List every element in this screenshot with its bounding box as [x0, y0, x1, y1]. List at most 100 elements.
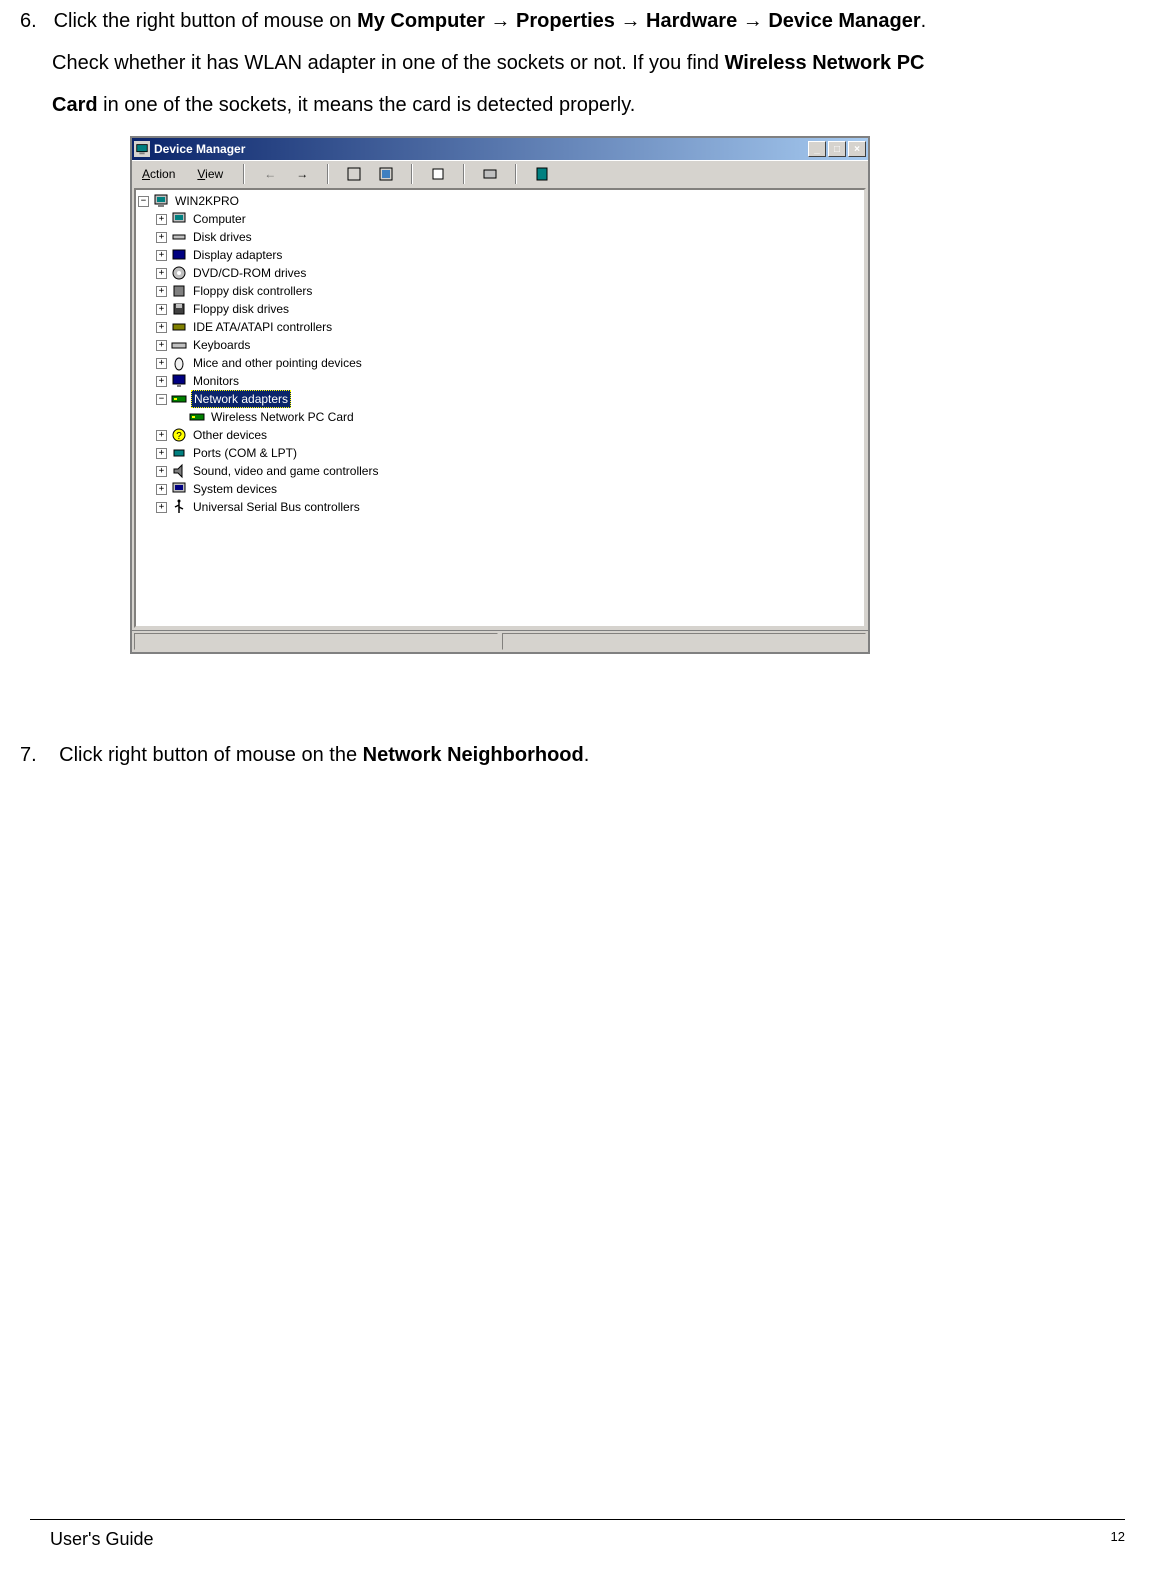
arrow-right-icon: →: [296, 167, 308, 181]
step-6-bold-wnpc: Wireless Network PC: [725, 52, 925, 74]
tree-item[interactable]: + Universal Serial Bus controllers: [138, 498, 862, 516]
menu-view[interactable]: View: [191, 165, 229, 183]
step-6-bold-card: Card: [52, 94, 98, 116]
network-adapter-icon: [171, 391, 187, 407]
expander-plus-icon[interactable]: +: [156, 322, 167, 333]
no-expander: [174, 412, 185, 423]
expander-plus-icon[interactable]: +: [156, 430, 167, 441]
tree-item[interactable]: + Floppy disk controllers: [138, 282, 862, 300]
toolbar-btn-5[interactable]: [531, 163, 553, 185]
statusbar: [132, 630, 868, 652]
forward-button[interactable]: →: [291, 163, 313, 185]
expander-plus-icon[interactable]: +: [156, 340, 167, 351]
display-adapters-icon: [171, 247, 187, 263]
step-6-text-b: Check whether it has WLAN adapter in one…: [52, 52, 725, 74]
step-7-text-b: .: [584, 744, 590, 766]
ports-com-lpt--icon: [171, 445, 187, 461]
tree-item[interactable]: +?Other devices: [138, 426, 862, 444]
footer: User's Guide 12: [50, 1529, 1125, 1550]
expander-plus-icon[interactable]: +: [156, 250, 167, 261]
step-6: 6. Click the right button of mouse on My…: [20, 0, 1135, 126]
expander-plus-icon[interactable]: +: [156, 268, 167, 279]
tree-item-label: Floppy disk drives: [191, 301, 291, 317]
back-button[interactable]: ←: [259, 163, 281, 185]
tree-root[interactable]: − WIN2KPRO: [138, 192, 862, 210]
footer-line: [30, 1519, 1125, 1520]
step-6-period: .: [921, 10, 927, 32]
computer-icon: [171, 211, 187, 227]
tree-item-label: DVD/CD-ROM drives: [191, 265, 308, 281]
close-button[interactable]: ×: [848, 141, 866, 157]
tree-item[interactable]: + System devices: [138, 480, 862, 498]
floppy-disk-controllers-icon: [171, 283, 187, 299]
expander-plus-icon[interactable]: +: [156, 358, 167, 369]
expander-plus-icon[interactable]: +: [156, 214, 167, 225]
tree-item[interactable]: +IDE ATA/ATAPI controllers: [138, 318, 862, 336]
network-card-icon: [189, 409, 205, 425]
expander-plus-icon[interactable]: +: [156, 448, 167, 459]
tree-item[interactable]: + Monitors: [138, 372, 862, 390]
titlebar: Device Manager _ □ ×: [132, 138, 868, 160]
status-cell-2: [502, 633, 866, 650]
tree-network-label: Network adapters: [191, 390, 291, 408]
system-devices-icon: [171, 481, 187, 497]
keyboards-icon: [171, 337, 187, 353]
tree-items-container: +Computer+Disk drives+Display adapters+D…: [138, 210, 862, 390]
toolbar-btn-2[interactable]: [375, 163, 397, 185]
step-7-bold: Network Neighborhood: [363, 744, 584, 766]
tree-wireless-card[interactable]: Wireless Network PC Card: [138, 408, 862, 426]
tree-item[interactable]: + Disk drives: [138, 228, 862, 246]
arrow-2: →: [615, 10, 646, 32]
separator-4: [463, 164, 465, 184]
toolbar-btn-3[interactable]: [427, 163, 449, 185]
tree-area[interactable]: − WIN2KPRO + Computer + Disk drives+Display…: [134, 188, 866, 628]
mice-and-other-pointing-devices-icon: [171, 355, 187, 371]
expander-plus-icon[interactable]: +: [156, 502, 167, 513]
expander-plus-icon[interactable]: +: [156, 232, 167, 243]
step-6-text-c: in one of the sockets, it means the card…: [98, 94, 636, 116]
expander-plus-icon[interactable]: +: [156, 304, 167, 315]
tree-item-label: Universal Serial Bus controllers: [191, 499, 362, 515]
expander-plus-icon[interactable]: +: [156, 484, 167, 495]
tree-item[interactable]: + Computer: [138, 210, 862, 228]
universal-serial-bus-controllers-icon: [171, 499, 187, 515]
tree-item[interactable]: +Ports (COM & LPT): [138, 444, 862, 462]
toolbar-btn-4[interactable]: [479, 163, 501, 185]
tree-item[interactable]: +Keyboards: [138, 336, 862, 354]
step-7: 7. Click right button of mouse on the Ne…: [20, 734, 1135, 776]
tree-item[interactable]: +Sound, video and game controllers: [138, 462, 862, 480]
tree-item-label: System devices: [191, 481, 279, 497]
computer-icon: [153, 193, 169, 209]
tree-item-label: Disk drives: [191, 229, 254, 245]
toolbar-btn-1[interactable]: [343, 163, 365, 185]
minimize-button[interactable]: _: [808, 141, 826, 157]
arrow-1: →: [485, 10, 516, 32]
tree-item[interactable]: + DVD/CD-ROM drives: [138, 264, 862, 282]
tree-item-label: Monitors: [191, 373, 241, 389]
tree-after-container: +?Other devices+Ports (COM & LPT)+Sound,…: [138, 426, 862, 516]
window-buttons: _ □ ×: [808, 141, 866, 157]
expander-minus-icon[interactable]: −: [156, 394, 167, 405]
expander-plus-icon[interactable]: +: [156, 466, 167, 477]
menu-action[interactable]: Action: [136, 165, 181, 183]
tree-item[interactable]: +Display adapters: [138, 246, 862, 264]
separator-5: [515, 164, 517, 184]
step-6-bold-mycomputer: My Computer: [357, 10, 485, 32]
maximize-button[interactable]: □: [828, 141, 846, 157]
tree-item[interactable]: + Floppy disk drives: [138, 300, 862, 318]
expander-plus-icon[interactable]: +: [156, 376, 167, 387]
footer-page: 12: [1111, 1529, 1125, 1550]
floppy-disk-drives-icon: [171, 301, 187, 317]
tree-network-adapters[interactable]: − Network adapters: [138, 390, 862, 408]
device-manager-window: Device Manager _ □ × Action View ← → − W…: [130, 136, 870, 654]
device-manager-icon: [134, 141, 150, 157]
step-6-body: Check whether it has WLAN adapter in one…: [20, 42, 1135, 126]
tree-item[interactable]: +Mice and other pointing devices: [138, 354, 862, 372]
tree-item-label: Computer: [191, 211, 248, 227]
tree-wireless-label: Wireless Network PC Card: [209, 409, 356, 425]
menubar: Action View ← →: [132, 160, 868, 186]
expander-plus-icon[interactable]: +: [156, 286, 167, 297]
tree-item-label: Floppy disk controllers: [191, 283, 314, 299]
expander-minus-icon[interactable]: −: [138, 196, 149, 207]
step-6-bold-devicemanager: Device Manager: [768, 10, 920, 32]
